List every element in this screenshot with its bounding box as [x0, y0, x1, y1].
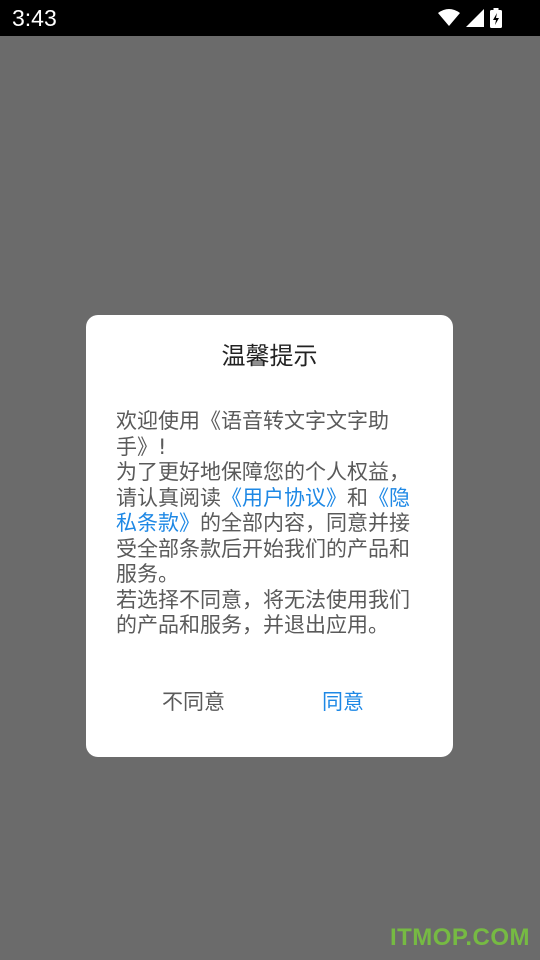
dialog-body: 欢迎使用《语音转文字文字助手》! 为了更好地保障您的个人权益，请认真阅读《用户协… — [116, 409, 426, 639]
status-time: 3:43 — [12, 5, 57, 31]
dialog-title: 温馨提示 — [221, 342, 318, 370]
wifi-icon — [438, 9, 460, 27]
agree-button[interactable]: 同意 — [322, 687, 364, 717]
status-bar: 3:43 — [0, 0, 540, 36]
battery-charging-icon — [490, 8, 502, 28]
status-icons — [438, 7, 502, 29]
greeting-text: 欢迎使用《语音转文字文字助手》! — [116, 409, 389, 459]
dialog-buttons: 不同意 同意 — [86, 687, 453, 717]
connector-text: 和 — [347, 485, 368, 510]
watermark-logo: ITMOP.COM — [389, 924, 530, 951]
user-agreement-link[interactable]: 《用户协议》 — [221, 486, 347, 510]
disagree-notice-text: 若选择不同意，将无法使用我们的产品和服务，并退出应用。 — [116, 587, 410, 638]
agreement-paragraph: 为了更好地保障您的个人权益，请认真阅读《用户协议》和《隐私条款》的全部内容，同意… — [116, 460, 426, 588]
privacy-dialog: 温馨提示 欢迎使用《语音转文字文字助手》! 为了更好地保障您的个人权益，请认真阅… — [86, 315, 453, 757]
disagree-button[interactable]: 不同意 — [162, 687, 225, 717]
cellular-signal-icon — [466, 9, 484, 27]
